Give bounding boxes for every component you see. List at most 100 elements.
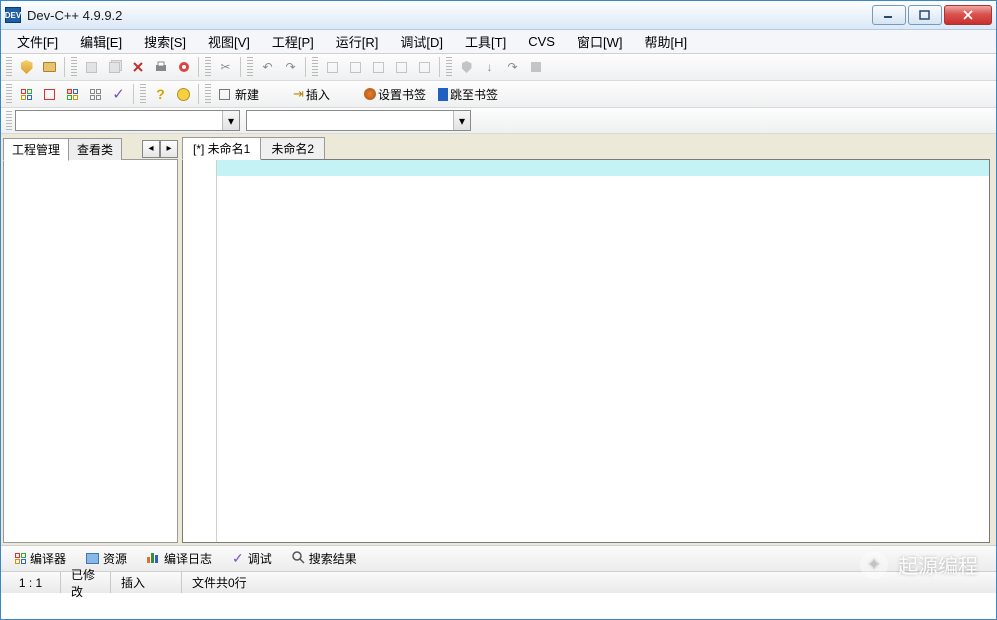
close-file-button[interactable]	[126, 56, 149, 78]
toolbar-row-2: ✓ ? 新建 ⇥ 插入 设置书签 跳至书签	[1, 81, 996, 108]
printer-icon	[154, 60, 168, 74]
check-button[interactable]: ✓	[107, 83, 130, 105]
combo-function-selector[interactable]: ▾	[246, 110, 471, 131]
toolbar-handle[interactable]	[71, 57, 77, 77]
code-editor[interactable]	[182, 159, 990, 543]
tab-class-view[interactable]: 查看类	[68, 138, 122, 160]
redo-button[interactable]: ↷	[279, 56, 302, 78]
bookmark-blue-icon	[438, 88, 448, 101]
window-layout-4-button[interactable]	[84, 83, 107, 105]
tab-scroll-left-button[interactable]: ◂	[142, 140, 160, 158]
menu-cvs[interactable]: CVS	[518, 31, 565, 52]
combo-class-input[interactable]	[16, 111, 222, 130]
stop-tool-button[interactable]	[455, 56, 478, 78]
combo-function-input[interactable]	[247, 111, 453, 130]
tab-search-results[interactable]: 搜索结果	[283, 547, 366, 570]
toolbar-handle[interactable]	[205, 57, 211, 77]
red-square-icon	[44, 89, 55, 100]
run-icon	[350, 62, 361, 73]
project-tree[interactable]	[3, 159, 178, 543]
toolbar-handle[interactable]	[6, 57, 12, 77]
step-over-button[interactable]: ↷	[501, 56, 524, 78]
tab-compile-log[interactable]: 编译日志	[138, 547, 221, 570]
compile-icon	[327, 62, 338, 73]
set-bookmark-button[interactable]: 设置书签	[359, 83, 433, 105]
menu-tools[interactable]: 工具[T]	[455, 29, 516, 54]
menu-debug[interactable]: 调试[D]	[390, 29, 453, 54]
menu-file[interactable]: 文件[F]	[7, 29, 68, 54]
maximize-button[interactable]	[908, 5, 942, 25]
toolbar-handle[interactable]	[140, 84, 146, 104]
window-title: Dev-C++ 4.9.9.2	[27, 8, 122, 23]
window-layout-3-button[interactable]	[61, 83, 84, 105]
gear-red-icon	[177, 60, 191, 74]
undo-icon: ↶	[262, 60, 272, 74]
stop-button[interactable]	[524, 56, 547, 78]
left-panel: 工程管理 查看类 ◂ ▸	[3, 138, 178, 543]
toolbar-handle[interactable]	[446, 57, 452, 77]
bar-chart-icon	[147, 551, 160, 566]
compile-run-button[interactable]	[367, 56, 390, 78]
insert-dropdown-button[interactable]: ⇥ 插入	[288, 83, 337, 105]
new-source-button[interactable]	[15, 56, 38, 78]
menu-run[interactable]: 运行[R]	[326, 29, 389, 54]
editor-tabs: [*] 未命名1 未命名2	[182, 138, 990, 159]
redo-icon: ↷	[285, 60, 295, 74]
toolbar-handle[interactable]	[247, 57, 253, 77]
minimize-button[interactable]	[872, 5, 906, 25]
tab-scroll-right-button[interactable]: ▸	[160, 140, 178, 158]
menu-window[interactable]: 窗口[W]	[567, 29, 633, 54]
goto-bookmark-button[interactable]: 跳至书签	[433, 83, 505, 105]
status-file-lines: 文件共0行	[181, 572, 996, 593]
about-button[interactable]	[172, 83, 195, 105]
window-layout-1-button[interactable]	[15, 83, 38, 105]
toolbar-handle[interactable]	[312, 57, 318, 77]
rebuild-icon	[396, 62, 407, 73]
menu-help[interactable]: 帮助[H]	[634, 29, 697, 54]
stop-icon	[531, 62, 541, 72]
menu-edit[interactable]: 编辑[E]	[70, 29, 132, 54]
insert-label: 插入	[304, 86, 332, 103]
rebuild-button[interactable]	[390, 56, 413, 78]
toolbar-handle[interactable]	[6, 84, 12, 104]
chevron-down-icon[interactable]: ▾	[222, 111, 239, 130]
tab-compiler[interactable]: 编译器	[6, 547, 75, 570]
bottom-panel-tabs: 编译器 资源 编译日志 ✓ 调试 搜索结果	[1, 545, 996, 571]
help-button[interactable]: ?	[149, 83, 172, 105]
debug-button[interactable]	[413, 56, 436, 78]
save-all-button[interactable]	[103, 56, 126, 78]
menubar: 文件[F] 编辑[E] 搜索[S] 视图[V] 工程[P] 运行[R] 调试[D…	[1, 30, 996, 54]
undo-button[interactable]: ↶	[256, 56, 279, 78]
set-bookmark-label: 设置书签	[376, 86, 428, 103]
editor-tab-2[interactable]: 未命名2	[260, 137, 325, 159]
tab-project-mgmt[interactable]: 工程管理	[3, 138, 69, 161]
open-button[interactable]	[38, 56, 61, 78]
compile-button[interactable]	[321, 56, 344, 78]
editor-gutter	[183, 160, 217, 542]
goto-bookmark-label: 跳至书签	[448, 86, 500, 103]
editor-tab-1[interactable]: [*] 未命名1	[182, 137, 261, 160]
compile-run-icon	[373, 62, 384, 73]
close-x-icon	[131, 60, 145, 74]
menu-project[interactable]: 工程[P]	[262, 29, 324, 54]
cut-button[interactable]: ✂	[214, 56, 237, 78]
step-into-button[interactable]: ↓	[478, 56, 501, 78]
main-area: 工程管理 查看类 ◂ ▸ [*] 未命名1 未命名2	[1, 134, 996, 545]
properties-button[interactable]	[172, 56, 195, 78]
toolbar-handle[interactable]	[6, 111, 12, 131]
new-dropdown-button[interactable]: 新建	[214, 83, 266, 105]
menu-search[interactable]: 搜索[S]	[134, 29, 196, 54]
window-layout-2-button[interactable]	[38, 83, 61, 105]
save-button[interactable]	[80, 56, 103, 78]
combo-class-selector[interactable]: ▾	[15, 110, 240, 131]
chevron-down-icon[interactable]: ▾	[453, 111, 470, 130]
toolbar-handle[interactable]	[205, 84, 211, 104]
tab-debug[interactable]: ✓ 调试	[223, 547, 281, 570]
app-icon: DEV	[5, 7, 21, 23]
close-button[interactable]	[944, 5, 992, 25]
menu-view[interactable]: 视图[V]	[198, 29, 260, 54]
editor-text-area[interactable]	[217, 160, 989, 542]
run-button[interactable]	[344, 56, 367, 78]
print-button[interactable]	[149, 56, 172, 78]
step-into-icon: ↓	[487, 60, 493, 74]
